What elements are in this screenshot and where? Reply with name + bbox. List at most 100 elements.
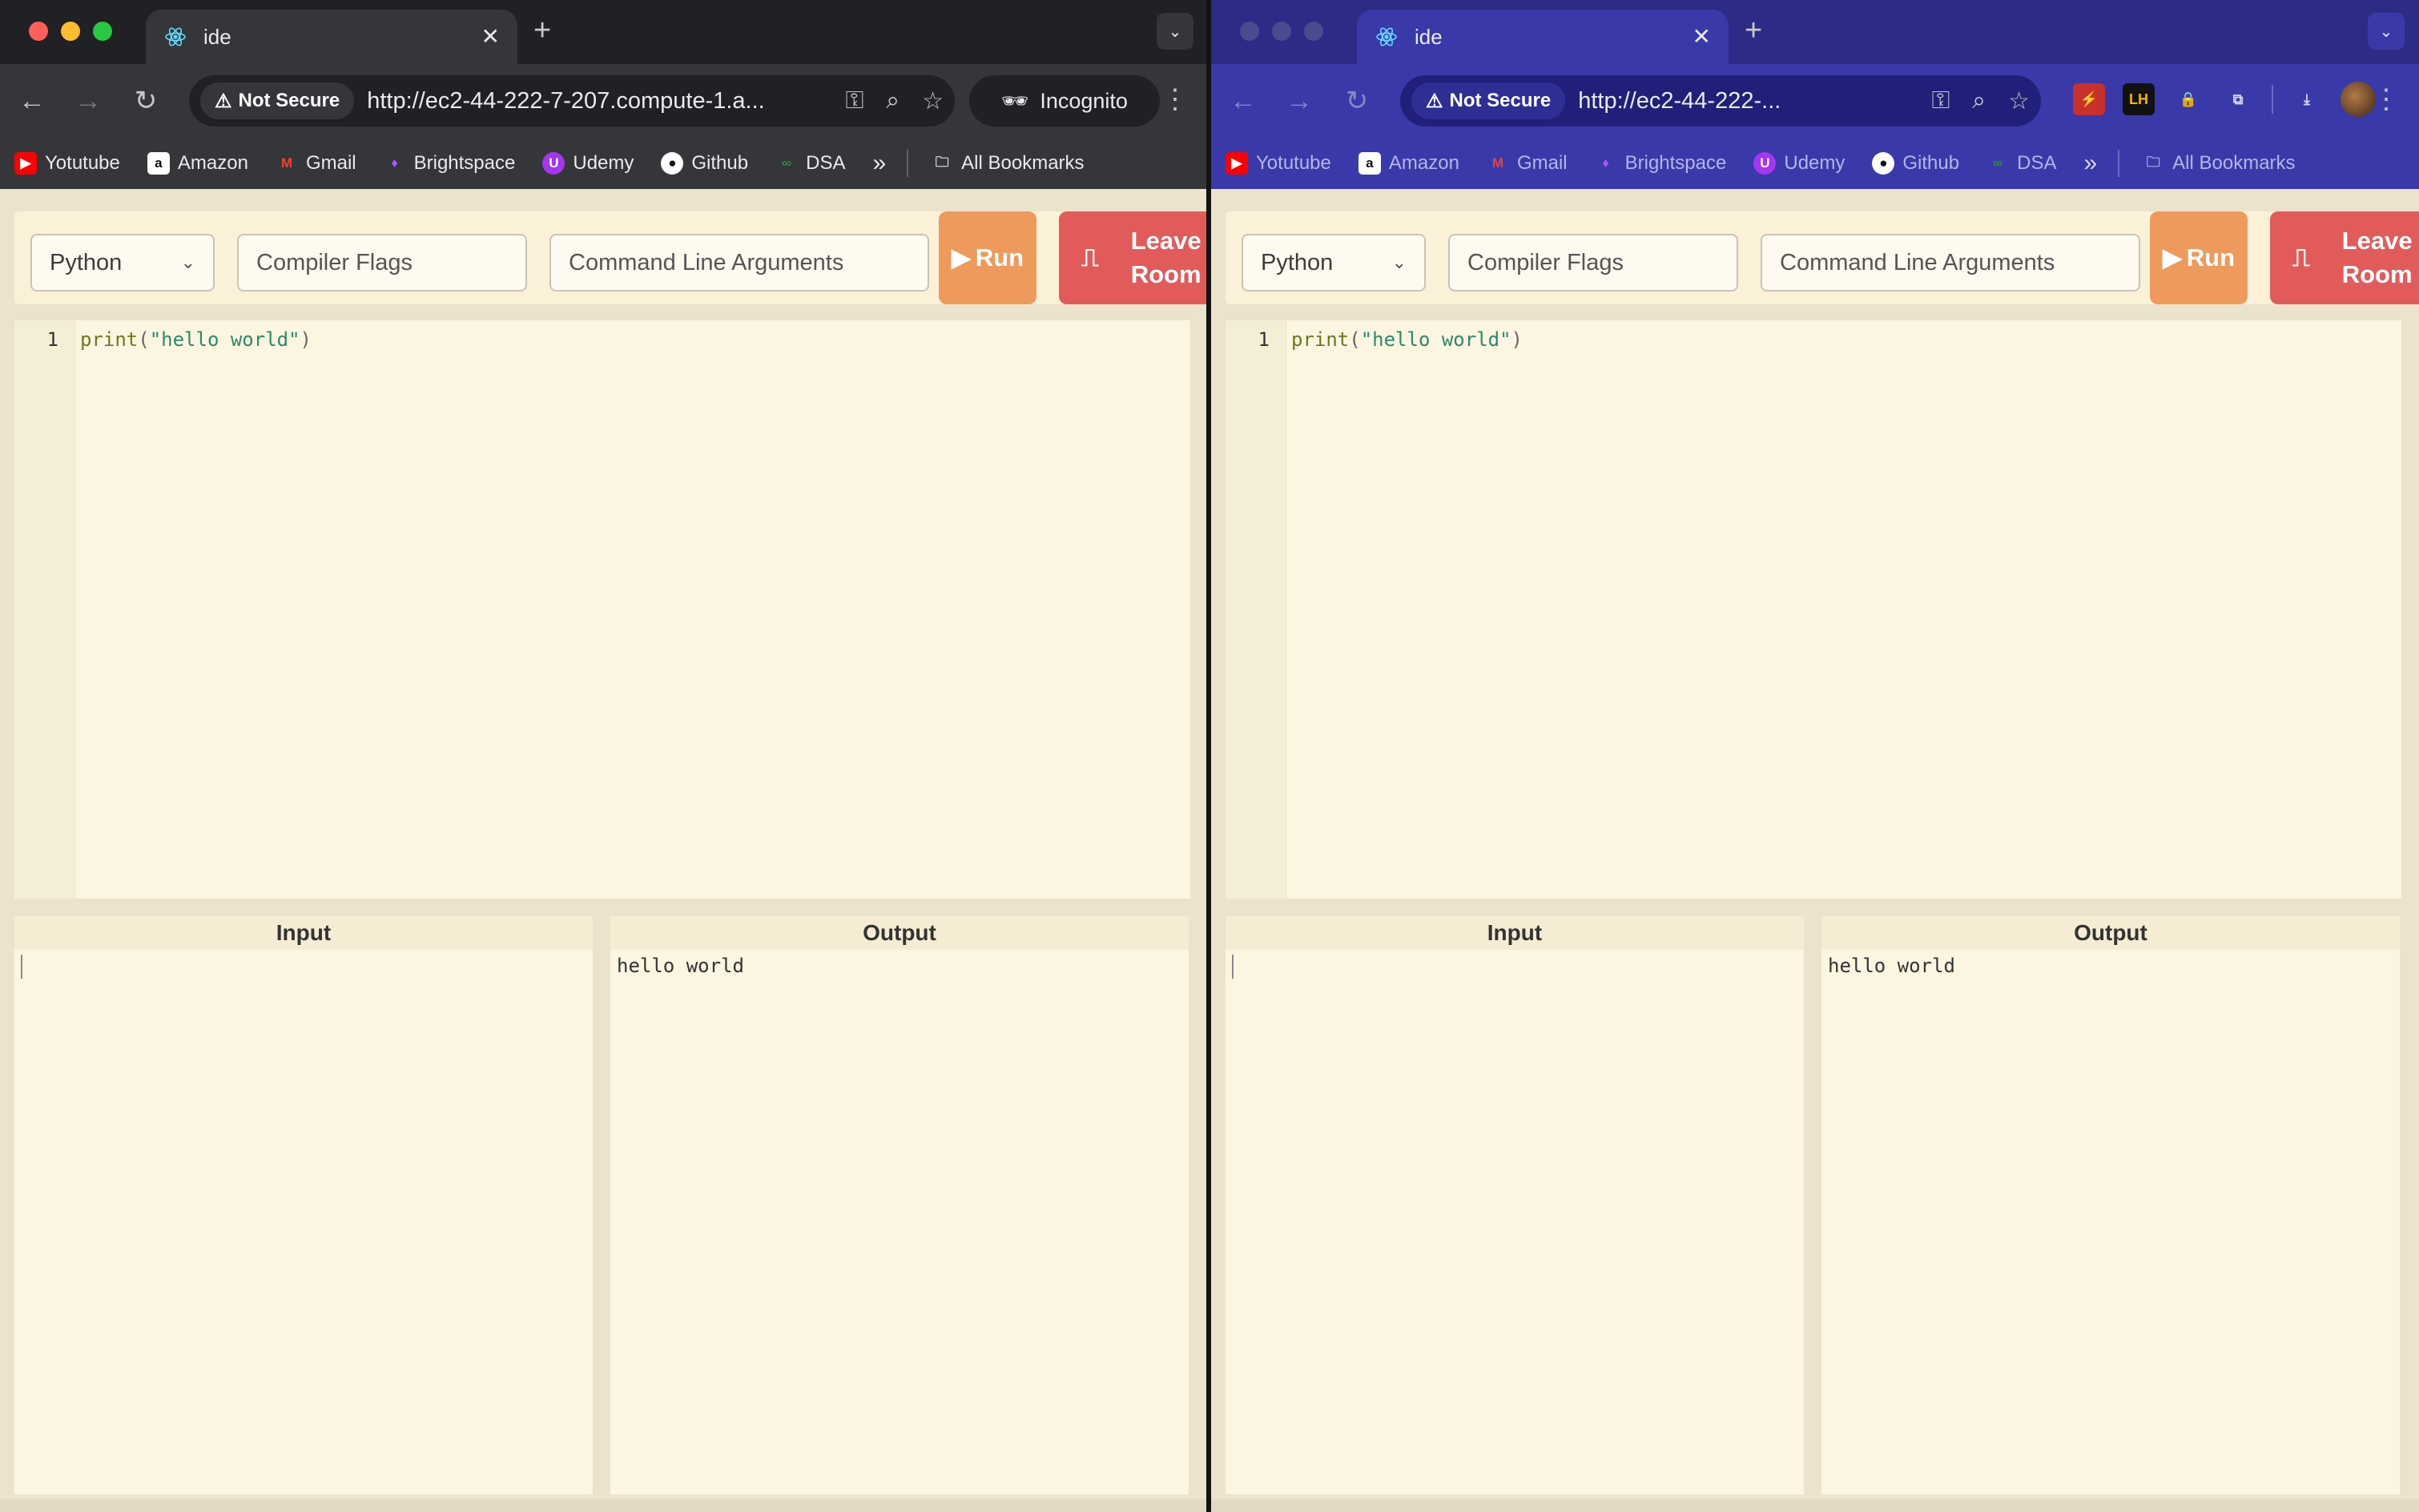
door-exit-icon: ⎍	[2292, 243, 2310, 271]
reload-icon[interactable]: ↻	[128, 83, 163, 119]
play-icon: ▶	[2162, 243, 2182, 271]
more-bookmarks-chevron-icon[interactable]: »	[872, 150, 886, 177]
code-function: print	[80, 328, 139, 351]
amazon-icon: a	[1358, 152, 1381, 175]
bookmark-brightspace[interactable]: ♦ Brightspace	[384, 152, 515, 175]
language-select[interactable]: Python ⌄	[30, 234, 215, 292]
react-icon	[165, 27, 186, 46]
forward-arrow-icon[interactable]: →	[70, 83, 106, 119]
bookmark-star-icon[interactable]: ☆	[922, 87, 944, 115]
zoom-magnifier-icon[interactable]: ⌕	[1972, 87, 1986, 115]
browser-window-profile: ide ✕ + ⌄ ← → ↻ ⚠ Not Secure http://ec2-…	[1211, 0, 2419, 1512]
new-tab-button[interactable]: +	[533, 14, 551, 46]
reload-icon[interactable]: ↻	[1339, 83, 1375, 119]
leave-room-button[interactable]: ⎍ Leave Room	[1059, 211, 1208, 304]
close-tab-icon[interactable]: ✕	[481, 26, 500, 48]
code-editor[interactable]: 1 print("hello world")	[14, 320, 1190, 899]
bookmark-gmail[interactable]: M Gmail	[1487, 152, 1568, 175]
output-text: hello world	[617, 955, 744, 977]
lock-extension-icon[interactable]: 🔒	[2172, 83, 2204, 115]
gmail-icon: M	[280, 155, 293, 171]
bookmark-dsa[interactable]: ∞ DSA	[1986, 152, 2056, 175]
bookmark-star-icon[interactable]: ☆	[2008, 87, 2030, 115]
command-line-args-input[interactable]: Command Line Arguments	[1761, 234, 2140, 292]
run-button[interactable]: ▶ Run	[939, 211, 1036, 304]
bookmark-gmail[interactable]: M Gmail	[276, 152, 356, 175]
security-chip[interactable]: ⚠ Not Secure	[200, 82, 355, 119]
input-textarea[interactable]	[1226, 950, 1804, 983]
url-text[interactable]: http://ec2-44-222-7-207.compute-1.a...	[367, 88, 835, 115]
input-title: Input	[14, 916, 593, 950]
input-title: Input	[1226, 916, 1804, 950]
ide-page: Python ⌄ Compiler Flags Command Line Arg…	[0, 189, 1208, 1512]
run-button[interactable]: ▶ Run	[2150, 211, 2248, 304]
zoom-magnifier-icon[interactable]: ⌕	[886, 87, 900, 115]
minimize-window-button[interactable]	[1272, 22, 1291, 41]
tab-search-chevron-icon[interactable]: ⌄	[2368, 13, 2405, 50]
bookmark-brightspace[interactable]: ♦ Brightspace	[1595, 152, 1726, 175]
more-menu-icon[interactable]: ⋮	[2373, 83, 2400, 115]
leave-room-button[interactable]: ⎍ Leave Room	[2270, 211, 2419, 304]
code-editor[interactable]: 1 print("hello world")	[1226, 320, 2401, 899]
bookmark-youtube[interactable]: ▶ Yotutube	[1226, 152, 1331, 175]
code-line[interactable]: print("hello world")	[80, 328, 312, 351]
code-paren-open: (	[138, 328, 150, 351]
browser-toolbar: ← → ↻ ⚠ Not Secure http://ec2-44-222-7-2…	[0, 64, 1208, 138]
bookmark-github[interactable]: ● Github	[661, 152, 748, 175]
language-select[interactable]: Python ⌄	[1242, 234, 1426, 292]
omnibox-actions: ⚿ ⌕ ☆	[1931, 87, 2030, 115]
github-icon: ●	[661, 152, 684, 175]
security-chip[interactable]: ⚠ Not Secure	[1411, 82, 1566, 119]
compiler-flags-input[interactable]: Compiler Flags	[1448, 234, 1738, 292]
address-bar[interactable]: ⚠ Not Secure http://ec2-44-222-7-207.com…	[189, 75, 955, 127]
close-tab-icon[interactable]: ✕	[1692, 26, 1711, 48]
bookmark-amazon[interactable]: a Amazon	[1358, 152, 1459, 175]
bookmarks-bar: ▶ Yotutube a Amazon M Gmail ♦ Brightspac…	[0, 138, 1208, 189]
close-window-button[interactable]	[29, 22, 48, 41]
output-title: Output	[1821, 916, 2400, 950]
more-bookmarks-chevron-icon[interactable]: »	[2083, 150, 2097, 177]
bookmark-github[interactable]: ● Github	[1872, 152, 1959, 175]
tab-ide[interactable]: ide ✕	[1357, 10, 1729, 64]
folder-icon: 🗀	[935, 154, 949, 170]
bookmark-youtube[interactable]: ▶ Yotutube	[14, 152, 120, 175]
react-icon	[1376, 27, 1397, 46]
input-textarea[interactable]	[14, 950, 593, 983]
tab-search-chevron-icon[interactable]: ⌄	[1157, 13, 1193, 50]
incognito-label: Incognito	[1040, 88, 1128, 113]
wand-extension-icon[interactable]: ⚡	[2073, 83, 2105, 115]
back-arrow-icon[interactable]: ←	[1226, 83, 1261, 119]
back-arrow-icon[interactable]: ←	[14, 83, 50, 119]
bookmark-udemy[interactable]: U Udemy	[542, 152, 634, 175]
extensions-puzzle-icon[interactable]: ⧉	[2222, 83, 2254, 115]
minimize-window-button[interactable]	[61, 22, 80, 41]
close-window-button[interactable]	[1240, 22, 1259, 41]
incognito-badge[interactable]: 🕶 Incognito	[969, 75, 1160, 127]
bookmark-udemy[interactable]: U Udemy	[1753, 152, 1845, 175]
tab-ide[interactable]: ide ✕	[146, 10, 517, 64]
url-text[interactable]: http://ec2-44-222-...	[1578, 88, 1922, 115]
ide-page: Python ⌄ Compiler Flags Command Line Arg…	[1211, 189, 2419, 1512]
bookmark-dsa[interactable]: ∞ DSA	[775, 152, 845, 175]
code-string: "hello world"	[1360, 328, 1511, 351]
extensions-row: ⚡ LH 🔒 ⧉ ⤓	[2073, 82, 2376, 117]
password-key-icon[interactable]: ⚿	[1931, 87, 1950, 115]
forward-arrow-icon[interactable]: →	[1282, 83, 1317, 119]
leave-room-label: Leave Room	[1131, 224, 1201, 292]
command-line-args-input[interactable]: Command Line Arguments	[549, 234, 929, 292]
code-line[interactable]: print("hello world")	[1291, 328, 1523, 351]
new-tab-button[interactable]: +	[1745, 14, 1762, 46]
profile-avatar[interactable]	[2341, 82, 2376, 117]
password-key-icon[interactable]: ⚿	[845, 87, 863, 115]
zoom-window-button[interactable]	[93, 22, 112, 41]
code-paren-close: )	[1511, 328, 1523, 351]
all-bookmarks-folder[interactable]: 🗀 All Bookmarks	[931, 152, 1085, 175]
bookmark-amazon[interactable]: a Amazon	[147, 152, 248, 175]
more-menu-icon[interactable]: ⋮	[1161, 83, 1189, 115]
lighthouse-extension-icon[interactable]: LH	[2123, 83, 2155, 115]
all-bookmarks-folder[interactable]: 🗀 All Bookmarks	[2142, 152, 2296, 175]
download-icon[interactable]: ⤓	[2291, 83, 2323, 115]
compiler-flags-input[interactable]: Compiler Flags	[237, 234, 527, 292]
zoom-window-button[interactable]	[1304, 22, 1323, 41]
address-bar[interactable]: ⚠ Not Secure http://ec2-44-222-... ⚿ ⌕ ☆	[1400, 75, 2041, 127]
